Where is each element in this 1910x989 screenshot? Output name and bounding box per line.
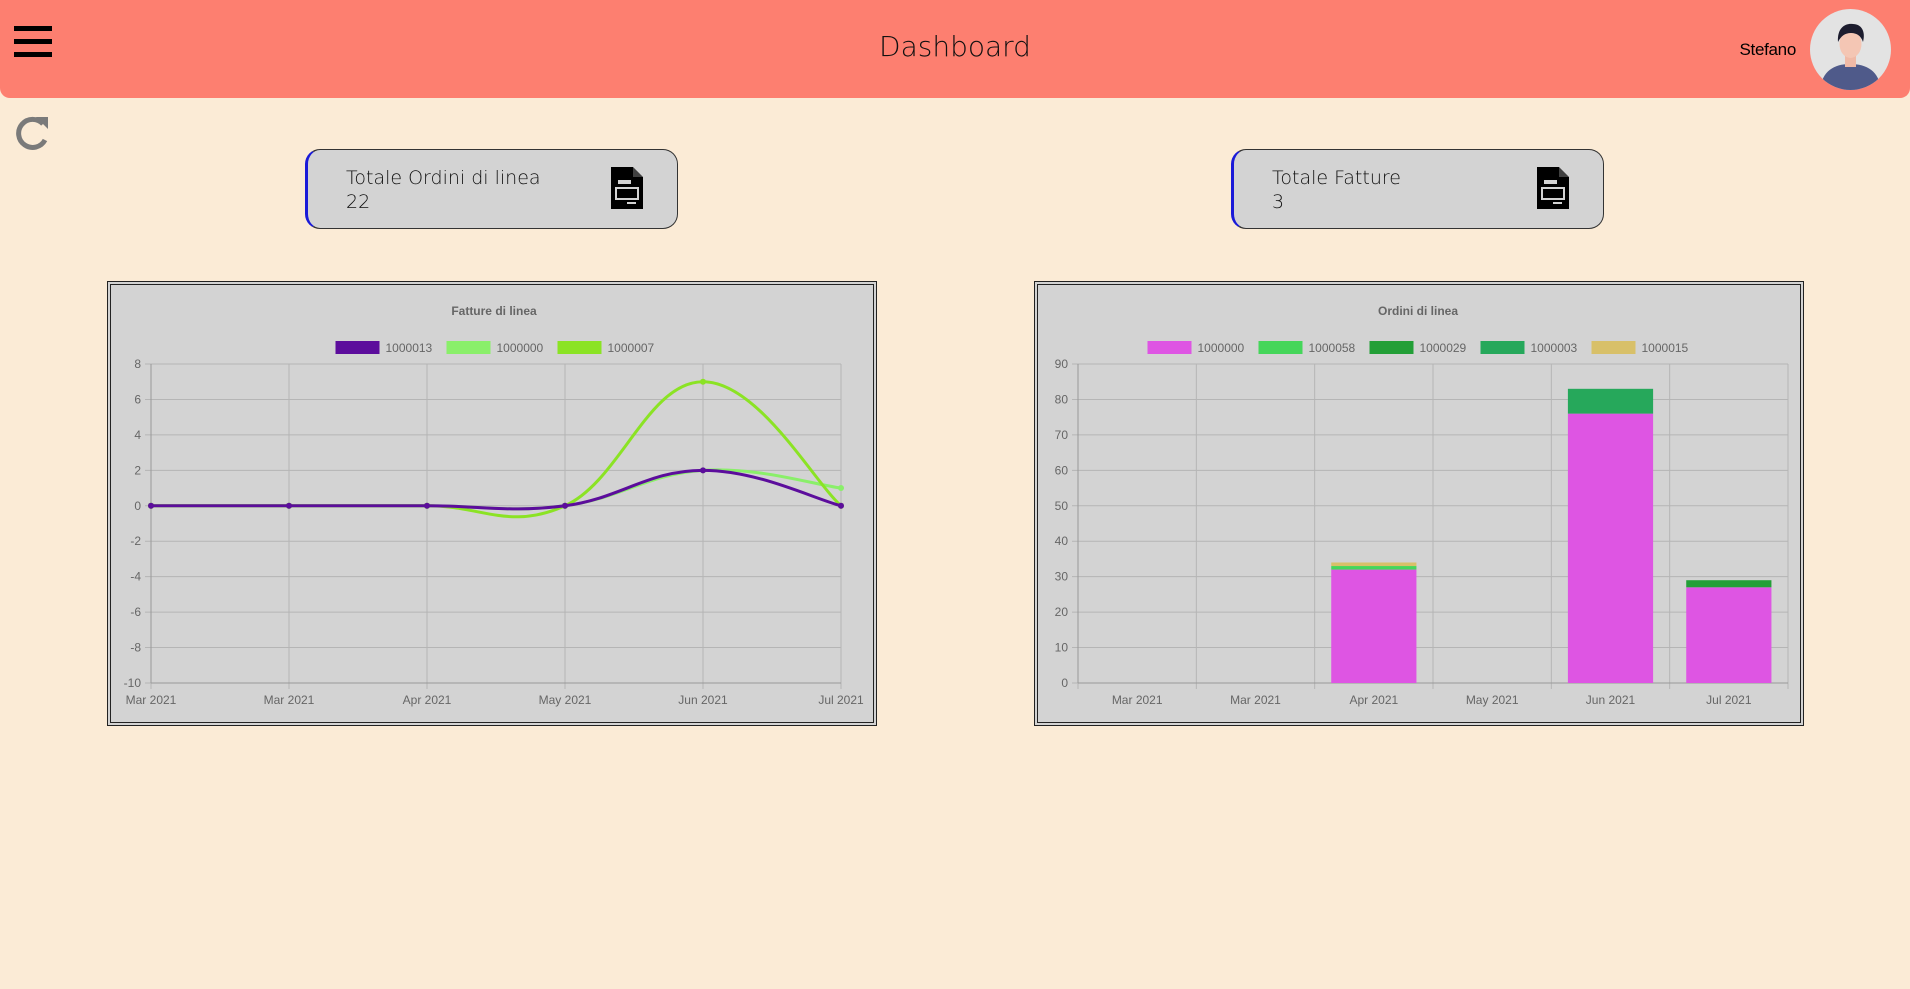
legend-label: 1000000 (497, 341, 544, 355)
legend-swatch (446, 341, 491, 354)
bar-1000000 (1331, 569, 1417, 683)
x-tick-label: Jul 2021 (818, 693, 864, 707)
stat-card-label: Totale Fatture (1272, 167, 1401, 189)
document-icon (1537, 167, 1569, 209)
y-tick-label: 70 (1055, 428, 1069, 442)
bar-1000015 (1331, 562, 1417, 567)
legend-swatch (335, 341, 380, 354)
y-tick-label: 4 (134, 428, 141, 442)
x-tick-label: Mar 2021 (126, 693, 177, 707)
stat-card-ordini: Totale Ordini di linea 22 (305, 149, 678, 229)
y-tick-label: 2 (134, 463, 141, 477)
series-line-1000000 (150, 468, 842, 511)
y-tick-label: 20 (1055, 605, 1069, 619)
line-chart-panel: Fatture di linea 1000013 1000000 1000007 8 6 4… (107, 281, 877, 726)
data-point (562, 502, 568, 509)
line-chart: Fatture di linea 1000013 1000000 1000007 8 6 4… (124, 304, 864, 707)
y-tick-label: 50 (1055, 499, 1069, 513)
y-tick-label: 6 (134, 392, 141, 406)
y-tick-label: -2 (130, 534, 141, 548)
bar-1000000 (1567, 413, 1654, 683)
bar-1000058 (1331, 566, 1417, 570)
data-point (424, 502, 430, 509)
top-header: Dashboard Stefano (0, 0, 1910, 98)
data-point (700, 467, 706, 474)
y-tick-label: 30 (1055, 570, 1069, 584)
user-name: Stefano (1739, 40, 1796, 59)
user-avatar[interactable] (1810, 9, 1891, 90)
data-point (286, 502, 292, 509)
data-point (838, 485, 844, 492)
y-tick-label: 60 (1055, 463, 1069, 477)
legend-label: 1000013 (386, 341, 433, 355)
legend-swatch (1147, 341, 1192, 354)
y-tick-label: 90 (1055, 357, 1069, 371)
y-tick-label: 0 (134, 499, 141, 513)
x-tick-label: Apr 2021 (1349, 693, 1398, 707)
y-tick-label: 0 (1061, 676, 1068, 690)
legend-label: 1000003 (1531, 341, 1578, 355)
chart-title: Ordini di linea (1378, 304, 1458, 318)
y-tick-label: -6 (130, 605, 141, 619)
legend-swatch (557, 341, 602, 354)
x-tick-label: Jul 2021 (1706, 693, 1752, 707)
x-tick-label: Mar 2021 (1230, 693, 1281, 707)
x-tick-label: May 2021 (1466, 693, 1519, 707)
legend-swatch (1258, 341, 1303, 354)
series-line-1000007 (150, 380, 843, 519)
legend-swatch (1369, 341, 1414, 354)
bar-chart-panel: Ordini di linea 1000000 1000058 1000029 1000… (1034, 281, 1804, 726)
legend-label: 1000000 (1198, 341, 1245, 355)
data-point (148, 502, 154, 509)
y-tick-label: -10 (124, 676, 142, 690)
document-icon (611, 167, 643, 209)
legend-label: 1000029 (1420, 341, 1467, 355)
stat-card-label: Totale Ordini di linea (346, 167, 541, 189)
y-tick-label: 8 (134, 357, 141, 371)
chart-title: Fatture di linea (451, 304, 537, 318)
bar-1000000 (1686, 587, 1772, 683)
data-point (700, 378, 706, 385)
y-tick-label: 80 (1055, 392, 1069, 406)
stat-card-value: 3 (1272, 191, 1285, 213)
y-tick-label: 10 (1055, 641, 1069, 655)
y-tick-label: -4 (130, 570, 141, 584)
legend-label: 1000015 (1642, 341, 1689, 355)
x-tick-label: Mar 2021 (264, 693, 315, 707)
data-point (838, 502, 844, 509)
x-tick-label: May 2021 (539, 693, 592, 707)
stat-card-fatture: Totale Fatture 3 (1231, 149, 1604, 229)
refresh-icon[interactable] (12, 113, 52, 153)
y-tick-label: 40 (1055, 534, 1069, 548)
x-tick-label: Apr 2021 (403, 693, 452, 707)
bar-1000029 (1686, 580, 1772, 588)
bar-chart: Ordini di linea 1000000 1000058 1000029 1000… (1055, 304, 1789, 707)
series-line-1000013 (150, 468, 842, 511)
x-tick-label: Jun 2021 (678, 693, 728, 707)
x-tick-label: Jun 2021 (1586, 693, 1636, 707)
page-title: Dashboard (879, 30, 1031, 63)
y-tick-label: -8 (130, 641, 141, 655)
legend-label: 1000058 (1309, 341, 1356, 355)
bar-1000003 (1567, 388, 1654, 414)
stat-card-value: 22 (346, 191, 371, 213)
legend-swatch (1480, 341, 1525, 354)
legend-swatch (1591, 341, 1636, 354)
x-tick-label: Mar 2021 (1112, 693, 1163, 707)
legend-label: 1000007 (608, 341, 655, 355)
